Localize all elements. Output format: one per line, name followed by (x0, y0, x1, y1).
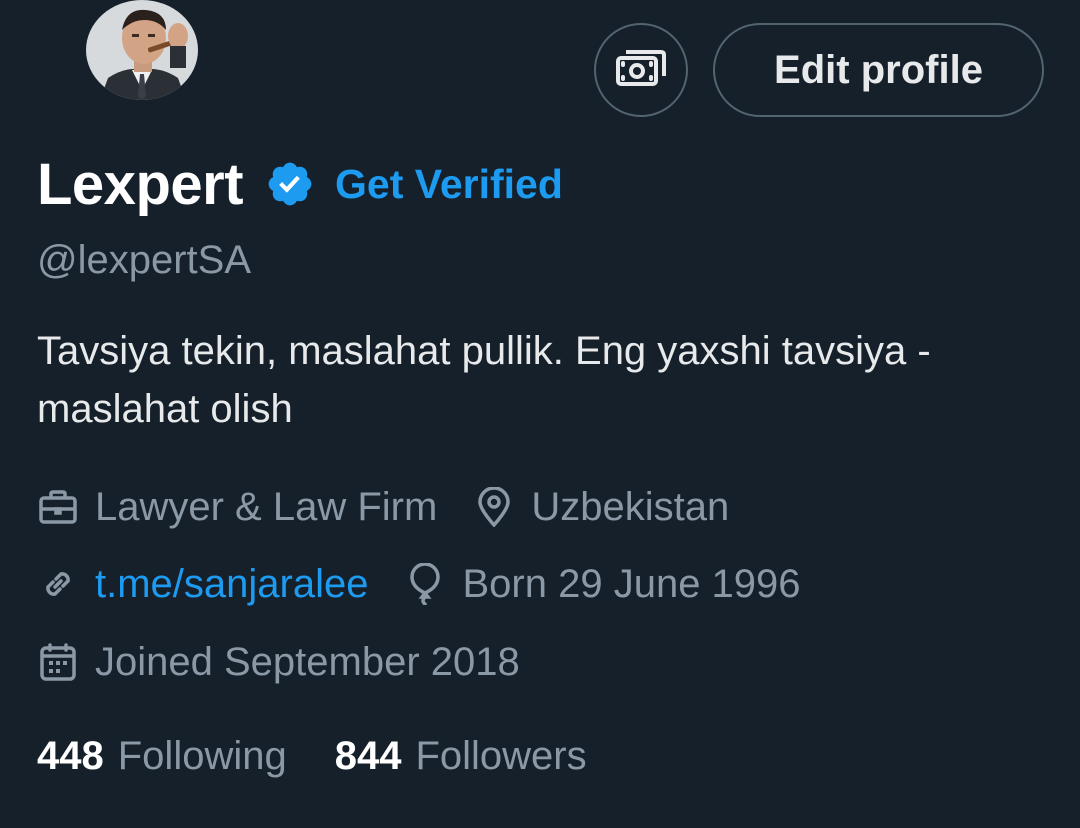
calendar-icon (37, 641, 79, 683)
birthday-text: Born 29 June 1996 (462, 561, 801, 606)
following-count: 448 (37, 733, 104, 778)
category-text: Lawyer & Law Firm (95, 484, 438, 529)
joined-text: Joined September 2018 (95, 639, 520, 684)
avatar-image (86, 0, 198, 100)
website-link[interactable]: t.me/sanjaralee (95, 562, 368, 607)
edit-profile-button[interactable]: Edit profile (713, 23, 1044, 117)
verified-badge-icon[interactable] (265, 159, 315, 209)
meta-row-1: Lawyer & Law Firm Uzbekistan (37, 479, 729, 535)
username-handle: @lexpertSA (37, 238, 252, 282)
following-label: Following (117, 733, 287, 778)
location-text: Uzbekistan (531, 484, 730, 529)
birthday-item: Born 29 June 1996 (404, 561, 801, 607)
display-name: Lexpert (37, 151, 244, 217)
follow-stats: 448 Following 844 Followers (37, 726, 587, 786)
meta-row-3: Joined September 2018 (37, 634, 520, 690)
location-pin-icon (473, 486, 515, 528)
followers-label: Followers (415, 733, 587, 778)
briefcase-icon (37, 486, 79, 528)
category-item: Lawyer & Law Firm (37, 485, 437, 530)
location-item: Uzbekistan (473, 485, 729, 530)
balloon-icon (404, 563, 446, 605)
joined-item: Joined September 2018 (37, 640, 520, 685)
website-item[interactable]: t.me/sanjaralee (37, 562, 368, 607)
avatar[interactable] (86, 0, 198, 100)
following-stat[interactable]: 448 Following (37, 734, 287, 779)
followers-count: 844 (334, 733, 402, 778)
get-verified-link[interactable]: Get Verified (335, 161, 563, 208)
link-icon (37, 563, 79, 605)
meta-row-2: t.me/sanjaralee Born 29 June 1996 (37, 556, 801, 612)
tip-button[interactable] (594, 23, 688, 117)
name-row: Lexpert Get Verified (37, 148, 563, 220)
bio: Tavsiya tekin, maslahat pullik. Eng yaxs… (37, 329, 931, 431)
followers-stat[interactable]: 844 Followers (335, 734, 587, 779)
money-icon (615, 48, 667, 93)
